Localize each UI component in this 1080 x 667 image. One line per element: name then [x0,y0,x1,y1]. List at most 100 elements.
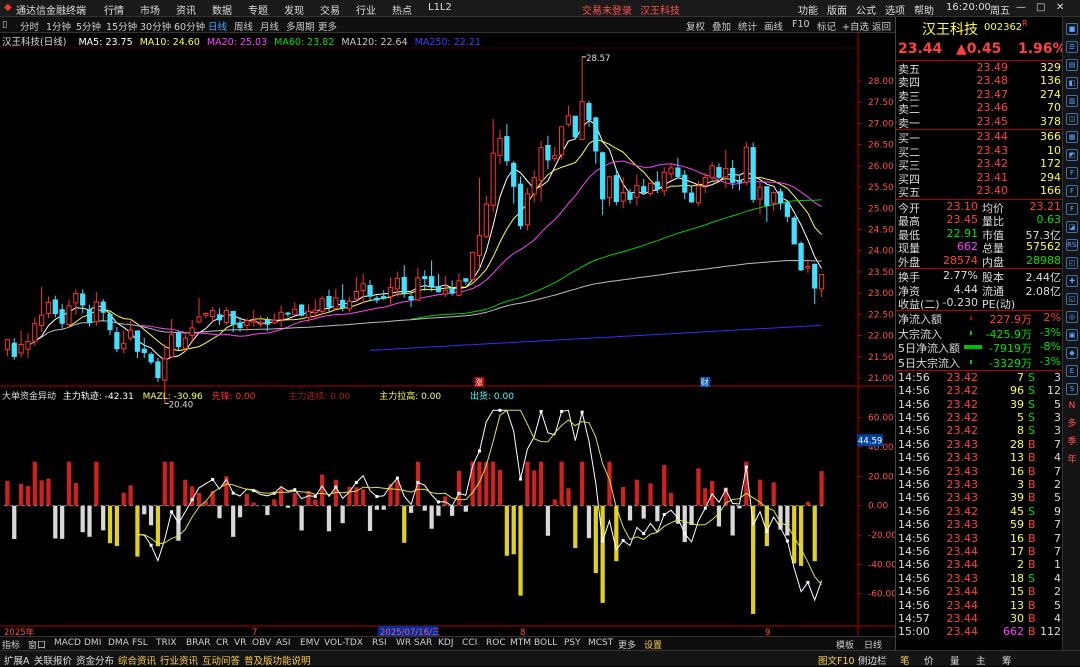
f10-link[interactable]: 图文F10 [818,653,855,667]
status-tab[interactable]: 互动问答 [202,653,240,667]
candle[interactable] [463,278,469,285]
candle[interactable] [73,289,79,315]
side-tool-icon[interactable]: 季 [1066,437,1078,449]
candle[interactable] [531,170,537,203]
trade-status[interactable]: 交易未登录 [582,2,632,17]
candle[interactable] [504,123,510,166]
candle[interactable] [175,330,182,350]
candle[interactable] [736,174,743,191]
indicator-tab[interactable]: CCI [462,638,477,648]
candle[interactable] [394,271,401,297]
menu-item[interactable]: 市场 [140,2,160,17]
close-icon[interactable]: ✕ [1056,2,1064,13]
candle[interactable] [490,119,496,213]
period-tab[interactable]: 分时 [20,19,39,33]
candle[interactable] [210,306,216,322]
candle[interactable] [59,303,65,329]
candle[interactable] [32,317,38,346]
menu-item[interactable]: 专题 [248,2,268,17]
status-right-tab[interactable]: 筹 [1002,653,1012,667]
tool-button[interactable]: +自选 [842,19,869,33]
candle[interactable] [80,289,86,314]
menu-item[interactable]: L1L2 [428,2,452,13]
side-tool-icon[interactable]: ■ [1066,23,1078,35]
indicator-tab[interactable]: SAR [414,638,432,648]
candle[interactable] [86,304,93,327]
indicator-tab[interactable]: KDJ [438,638,454,648]
candle[interactable] [565,105,572,127]
side-tool-icon[interactable]: F [1066,185,1078,197]
candle[interactable] [641,179,647,194]
candle[interactable] [168,319,175,358]
tool-button[interactable]: 复权 [686,19,705,33]
period-tab[interactable]: 30分钟 [140,19,171,33]
indicator-tab[interactable]: TRIX [156,638,177,648]
sidebar-toggle[interactable]: 侧边栏 [858,653,887,667]
candle[interactable] [668,162,674,179]
period-tab[interactable]: 多周期 [286,19,315,33]
candle[interactable] [586,100,592,127]
candle[interactable] [381,290,387,300]
side-tool-icon[interactable]: ✚ [1066,275,1078,287]
side-tool-icon[interactable]: F [1066,203,1078,215]
candle[interactable] [593,116,599,164]
candle[interactable] [52,295,58,318]
candle[interactable] [271,313,277,325]
candle[interactable] [634,174,640,206]
candle[interactable] [688,186,695,203]
indicator-tab[interactable]: EMV [300,638,320,648]
candle[interactable] [511,161,517,204]
indicator-tab[interactable]: RSI [372,638,387,648]
side-tool-icon[interactable]: E [1066,365,1078,377]
period-tab[interactable]: 1分钟 [46,19,71,33]
candle[interactable] [818,273,825,297]
period-tab-active[interactable]: 日线 [208,19,227,33]
candle[interactable] [257,315,264,328]
side-tool-icon[interactable]: ◆ [1066,347,1078,359]
side-tool-icon[interactable]: 年 [1066,455,1078,467]
indicator-tab[interactable]: PSY [564,638,581,648]
candle[interactable] [750,142,756,203]
candle[interactable] [319,295,325,316]
candle[interactable] [798,241,804,272]
tool-button[interactable]: F10 [792,19,810,30]
indicator-tab[interactable]: DMA [108,638,129,648]
candle[interactable] [538,140,544,202]
candle[interactable] [66,299,72,327]
indicator-tab[interactable]: DMI [84,638,101,648]
candle[interactable] [387,277,394,305]
candle[interactable] [148,352,154,365]
indicator-tab[interactable]: VR [234,638,246,648]
indicator-tab[interactable]: MTM [510,638,531,648]
collapse-icon[interactable]: ▯ [2,19,7,30]
candle[interactable] [298,303,305,317]
candle[interactable] [11,338,17,360]
status-right-tab[interactable]: 主 [976,653,986,667]
period-tab[interactable]: 15分钟 [106,19,137,33]
indicator-tab[interactable]: FSL [132,638,148,648]
candle[interactable] [771,191,777,212]
candle[interactable] [606,175,613,207]
candle[interactable] [476,177,483,269]
side-tool-icon[interactable]: ▥ [1066,95,1078,107]
side-tool-icon[interactable]: ▤ [1066,59,1078,71]
candle[interactable] [812,263,818,305]
period-tab[interactable]: 5分钟 [76,19,101,33]
tool-button[interactable]: 标记 [817,19,836,33]
side-tool-icon[interactable]: ◰ [1066,257,1078,269]
side-tool-icon[interactable]: ◎ [1066,311,1078,323]
side-tool-icon[interactable]: N [1066,401,1078,413]
side-tool-icon[interactable]: ◱ [1066,293,1078,305]
candle[interactable] [743,142,749,186]
candle[interactable] [716,163,722,180]
candle[interactable] [483,195,489,238]
candle[interactable] [428,260,435,292]
candle[interactable] [100,299,106,322]
candle[interactable] [442,275,448,297]
menu-right-item[interactable]: 帮助 [914,2,934,17]
event-financial-marker[interactable]: 财 [701,377,709,387]
candle[interactable] [346,296,353,312]
menu-item[interactable]: 行业 [356,2,376,17]
menu-item[interactable]: 行情 [104,2,124,17]
candle[interactable] [223,307,229,325]
